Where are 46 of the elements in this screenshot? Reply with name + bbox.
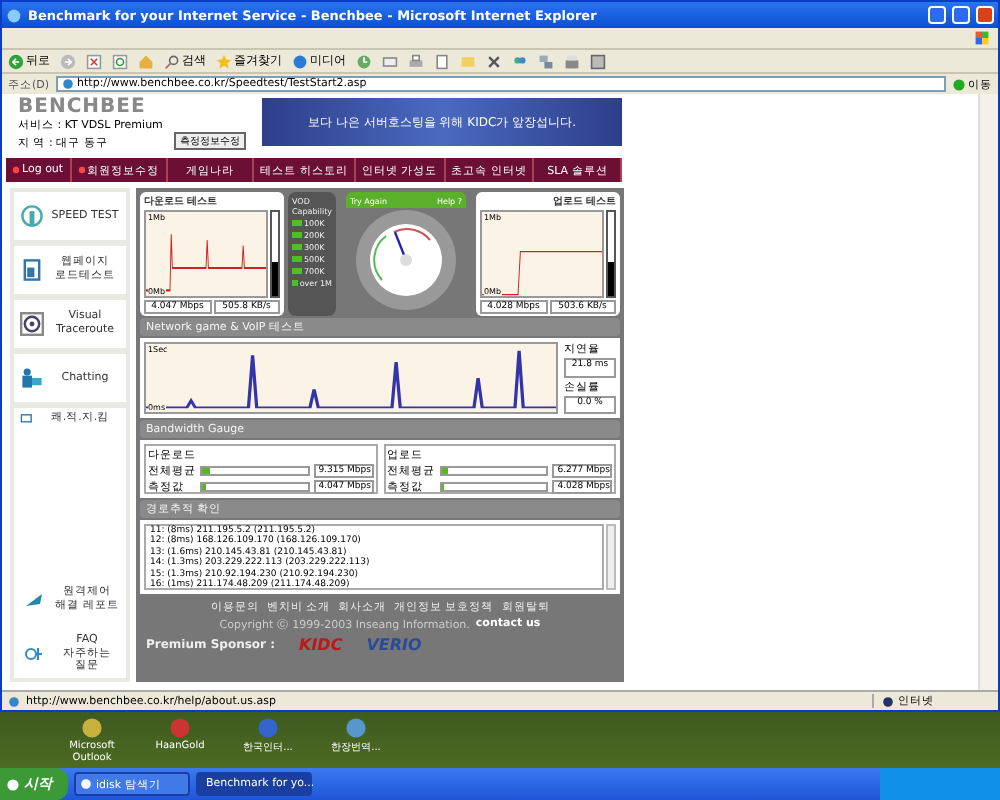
app-icon [256,716,280,740]
maximize-button[interactable] [952,6,970,24]
globe-icon [292,53,308,69]
printer-icon [564,53,580,69]
tools-icon [486,53,502,69]
toolbar-button[interactable] [538,53,554,69]
qa-icon [20,644,48,664]
back-arrow-icon [8,53,24,69]
app-icon [168,716,192,740]
toolbar-button[interactable] [512,53,528,69]
toolbar-button[interactable] [564,53,580,69]
globe-icon [882,695,894,707]
printer-icon [408,53,424,69]
target-icon [20,312,44,336]
calculator-icon [590,53,606,69]
people-icon [512,53,528,69]
bullet-icon [12,166,20,174]
toolbar-button[interactable] [86,53,102,69]
app-icon [344,716,368,740]
folder-icon [460,53,476,69]
envelope-icon [382,53,398,69]
person-computer-icon [20,366,44,390]
star-icon [216,53,232,69]
scrollbar[interactable] [606,524,616,590]
upload-graph-drawing [482,249,602,296]
system-tray [880,768,1000,800]
toolbar-button[interactable] [408,53,424,69]
app-icon [80,716,104,740]
search-icon [164,53,180,69]
toolbar-button[interactable] [382,53,398,69]
minimize-button[interactable] [928,6,946,24]
browser-icon [6,7,22,23]
close-button[interactable] [976,6,994,24]
refresh-icon [112,53,128,69]
stop-icon [86,53,102,69]
toolbar-button[interactable] [112,53,128,69]
clock-icon [356,53,372,69]
toolbar-button[interactable] [486,53,502,69]
forward-arrow-icon [60,53,76,69]
network-icon [538,53,554,69]
document-icon [434,53,450,69]
page-scrollbar[interactable] [978,94,998,690]
bullet-icon [77,166,86,174]
toolbar-button[interactable] [590,53,606,69]
site-logo: BENCHBEE [18,96,148,118]
home-icon [138,53,154,69]
